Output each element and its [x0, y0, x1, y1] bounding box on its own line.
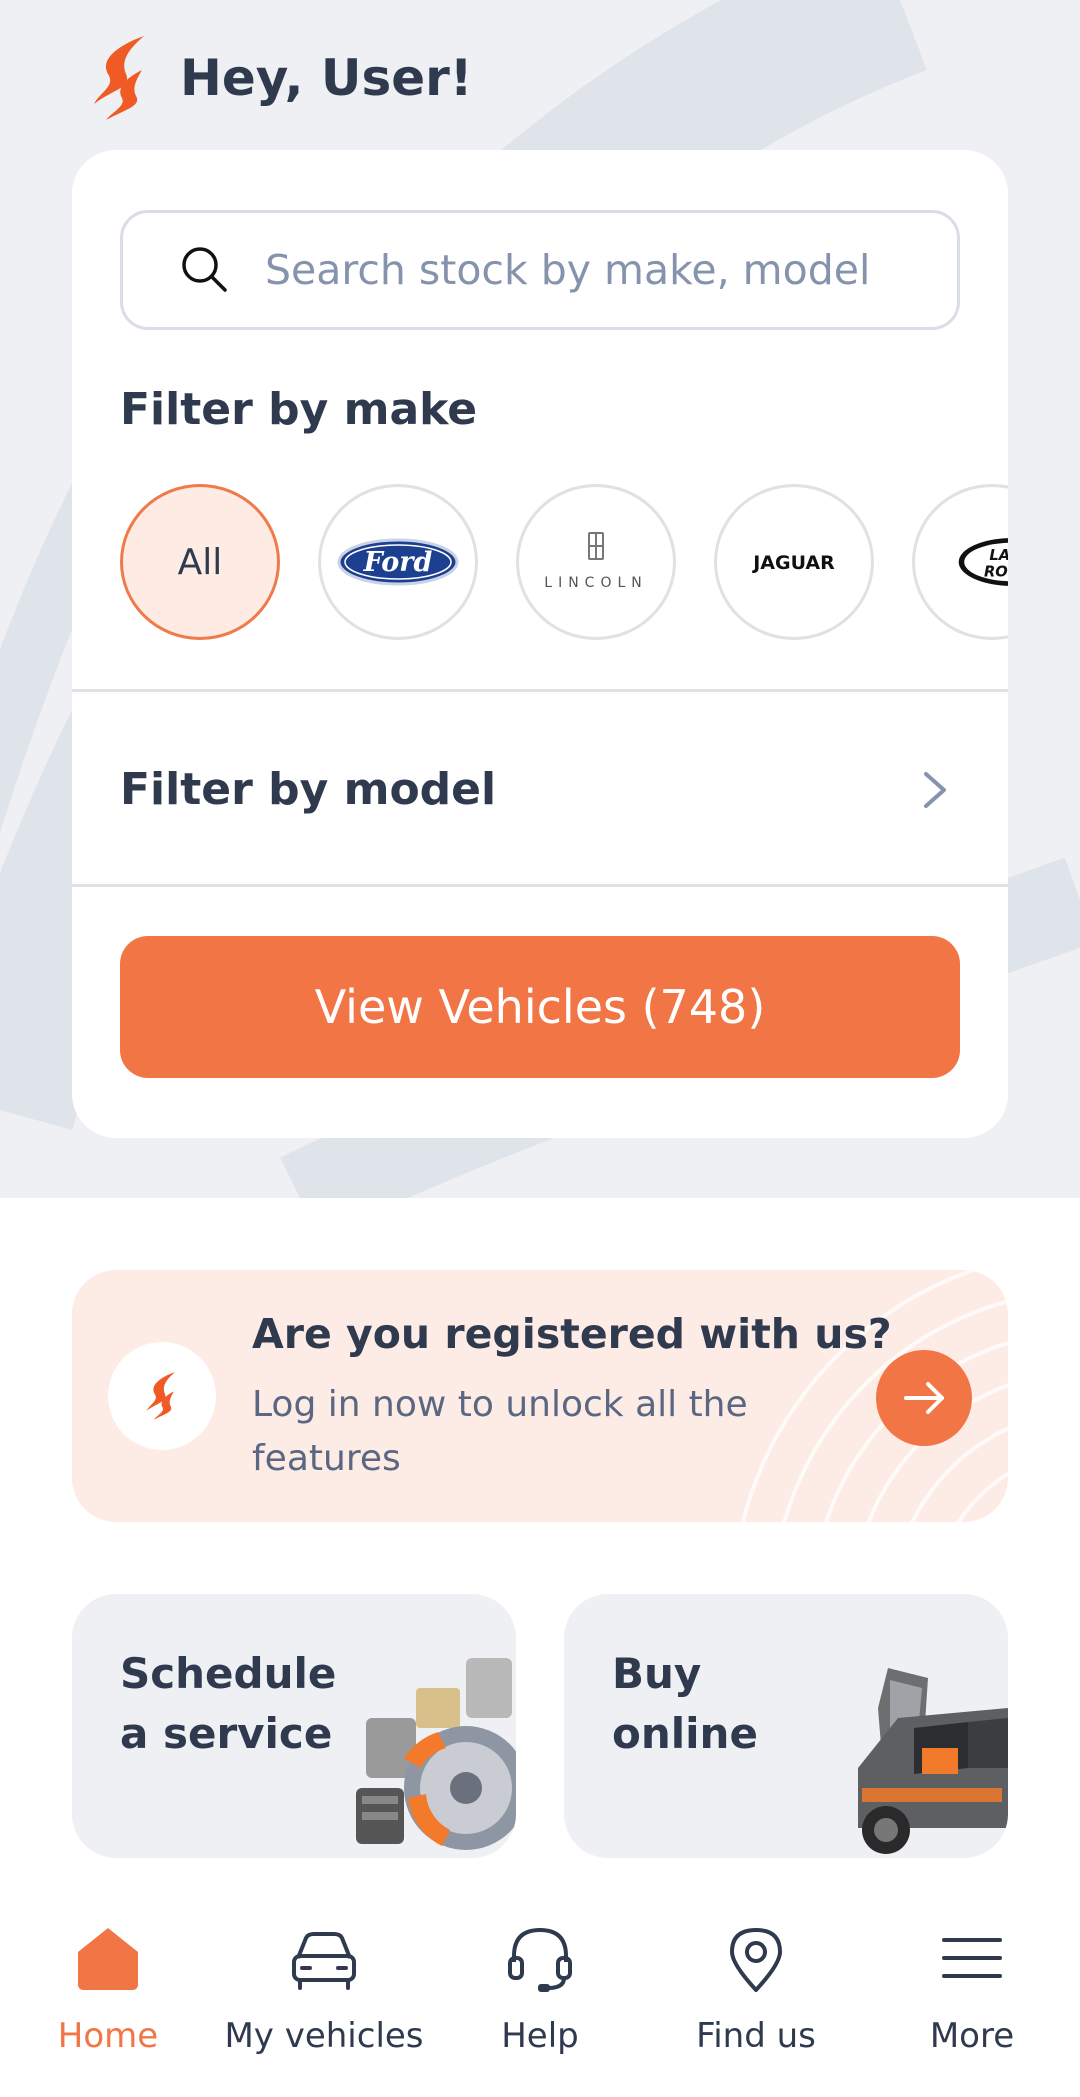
filter-model-title: Filter by model — [120, 764, 497, 815]
land-rover-logo-icon: LAND ROVER — [958, 538, 1008, 586]
filter-make-title: Filter by make — [120, 384, 478, 435]
svg-text:Ford: Ford — [363, 547, 433, 578]
view-vehicles-button[interactable]: View Vehicles (748) — [120, 936, 960, 1078]
filter-model-row[interactable]: Filter by model — [72, 693, 1008, 887]
headset-icon — [508, 1927, 572, 1992]
make-chip-jaguar[interactable]: JAGUAR — [714, 484, 874, 640]
bottom-navigation: Home My vehicles Help Find us More — [0, 1888, 1080, 2097]
divider — [72, 884, 1008, 887]
nav-more[interactable]: More — [864, 1922, 1080, 2072]
svg-text:JAGUAR: JAGUAR — [751, 552, 835, 574]
chevron-right-icon — [924, 772, 946, 808]
ford-logo-icon: Ford — [337, 538, 459, 586]
nav-label: Home — [57, 2016, 159, 2056]
arrow-right-icon — [904, 1382, 944, 1414]
schedule-service-tile[interactable]: Schedule a service — [72, 1594, 516, 1858]
hero-section: Hey, User! Filter by make All Ford — [0, 0, 1080, 1198]
jaguar-logo-icon: JAGUAR — [751, 552, 835, 574]
car-icon — [292, 1932, 356, 1990]
make-chip-ford[interactable]: Ford — [318, 484, 478, 640]
nav-label: Help — [501, 2016, 579, 2056]
search-card: Filter by make All Ford LINCOLN — [72, 150, 1008, 1138]
nav-help[interactable]: Help — [432, 1922, 648, 2072]
greeting-title: Hey, User! — [180, 49, 473, 107]
menu-icon — [942, 1938, 1002, 1978]
promo-title: Are you registered with us? — [252, 1310, 892, 1358]
promo-logo-badge — [108, 1342, 216, 1450]
nav-label: More — [929, 2016, 1015, 2056]
search-box[interactable] — [120, 210, 960, 330]
nav-my-vehicles[interactable]: My vehicles — [216, 1922, 432, 2072]
tile-label: Buy online — [612, 1649, 758, 1758]
brand-logo-icon — [94, 36, 144, 120]
search-icon — [182, 247, 227, 292]
nav-label: Find us — [696, 2016, 816, 2056]
make-chip-lincoln[interactable]: LINCOLN — [516, 484, 676, 640]
search-input[interactable] — [265, 246, 945, 294]
svg-text:ROVER: ROVER — [984, 564, 1008, 581]
suv-illustration — [858, 1668, 1008, 1854]
greeting-bar: Hey, User! — [86, 30, 473, 126]
tile-label: Schedule a service — [120, 1649, 337, 1758]
lincoln-logo-icon: LINCOLN — [544, 532, 647, 591]
buy-online-tile[interactable]: Buy online — [564, 1594, 1008, 1858]
make-filter-list: All Ford LINCOLN JAGUAR L RO — [120, 484, 1008, 644]
nav-find-us[interactable]: Find us — [648, 1922, 864, 2072]
nav-label: My vehicles — [224, 2016, 424, 2056]
svg-text:LAND: LAND — [989, 547, 1008, 564]
brand-logo-icon — [146, 1372, 176, 1420]
promo-arrow-button[interactable] — [876, 1350, 972, 1446]
divider — [72, 689, 1008, 692]
nav-home[interactable]: Home — [0, 1922, 216, 2072]
register-promo-banner[interactable]: Are you registered with us? Log in now t… — [72, 1270, 1008, 1522]
car-parts-illustration — [356, 1658, 516, 1850]
make-chip-all[interactable]: All — [120, 484, 280, 640]
make-chip-label: All — [177, 541, 223, 583]
make-chip-land-rover[interactable]: LAND ROVER — [912, 484, 1008, 640]
svg-text:LINCOLN: LINCOLN — [544, 575, 647, 591]
promo-subtitle: Log in now to unlock all the features — [252, 1384, 748, 1479]
map-pin-icon — [730, 1928, 782, 1992]
home-icon — [78, 1928, 138, 1990]
